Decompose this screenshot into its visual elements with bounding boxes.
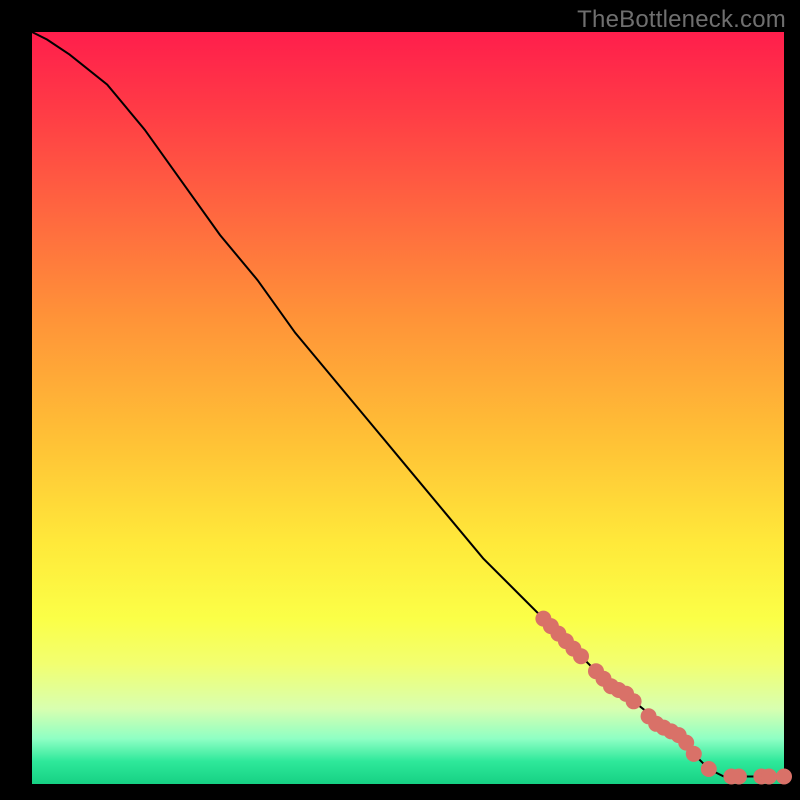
bottleneck-curve-path [32, 32, 784, 777]
chart-svg [32, 32, 784, 784]
marker-point [686, 746, 702, 762]
marker-point [776, 769, 792, 785]
marker-point [731, 769, 747, 785]
chart-frame: TheBottleneck.com [0, 0, 800, 800]
watermark-label: TheBottleneck.com [577, 6, 786, 34]
bottleneck-curve [32, 32, 784, 777]
marker-point [761, 769, 777, 785]
marker-point [573, 648, 589, 664]
marker-point [626, 693, 642, 709]
highlighted-points [535, 611, 792, 785]
marker-point [701, 761, 717, 777]
plot-area [32, 32, 784, 784]
